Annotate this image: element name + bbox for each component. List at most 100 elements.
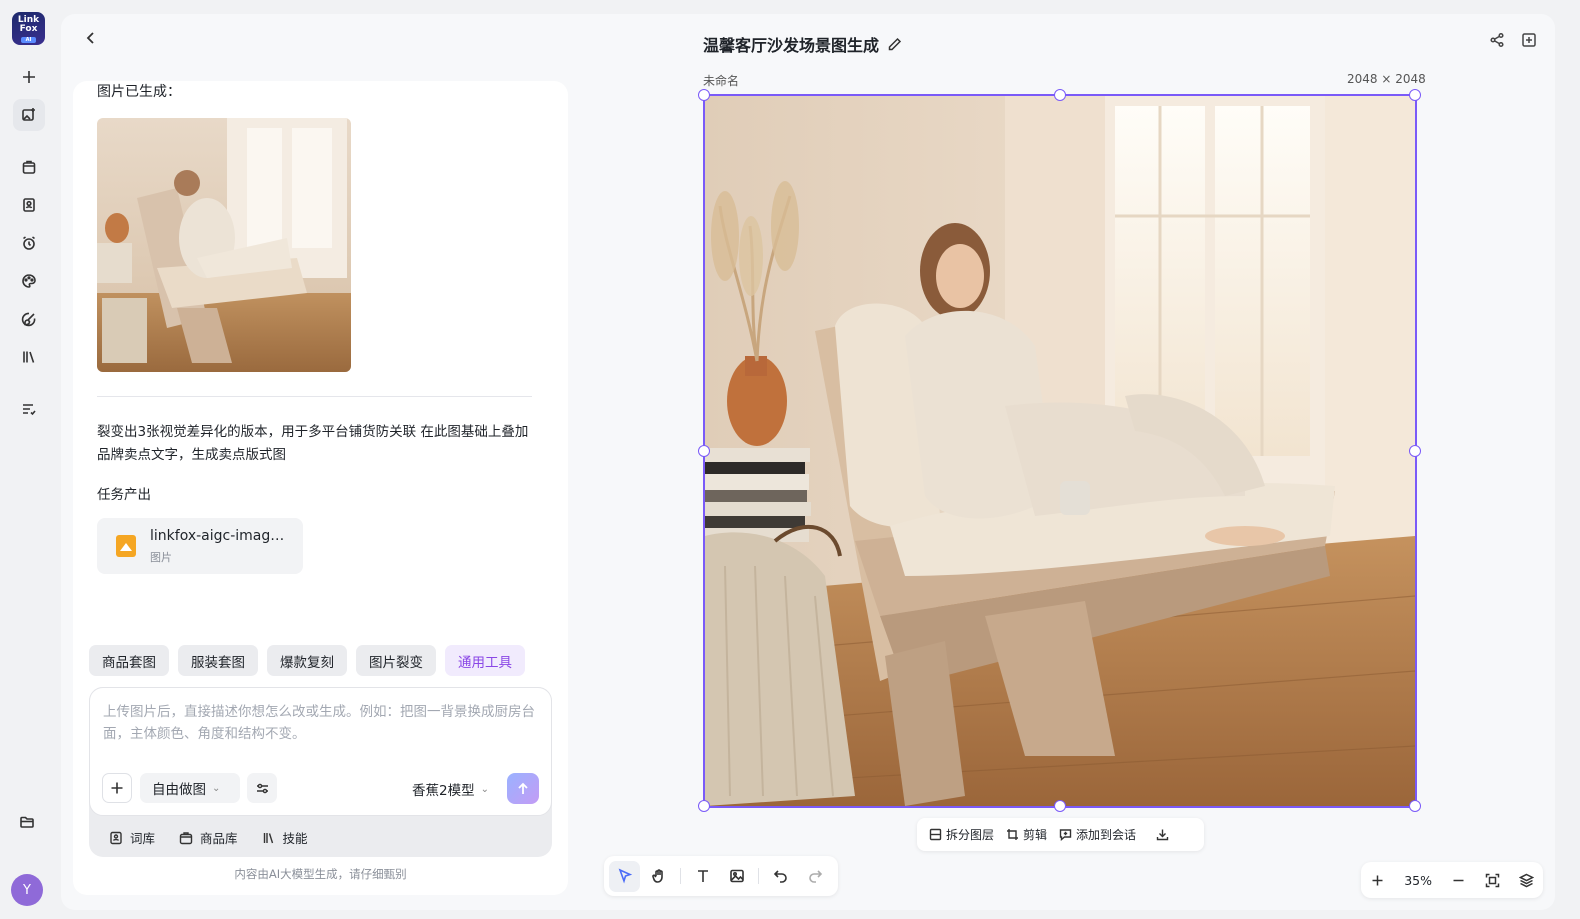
quick-tool-chips: 商品套图 服装套图 爆款复刻 图片裂变 通用工具 [89,645,525,676]
toolbar-divider [758,868,759,884]
folder-button[interactable] [11,806,43,838]
chip-apparel-set[interactable]: 服装套图 [178,645,258,676]
page-title: 温馨客厅沙发场景图生成 [703,32,902,56]
add-to-chat-button[interactable]: 添加到会话 [1059,826,1136,843]
resize-handle-top[interactable] [1054,89,1066,101]
mode-select[interactable]: 自由做图 ⌄ [140,773,240,803]
plus-icon [22,71,35,83]
attach-button[interactable] [102,773,132,803]
text-icon [697,870,708,882]
download-button[interactable] [1156,828,1169,841]
frame-name: 未命名 [703,74,740,88]
tool-product-library[interactable]: 商品库 [179,828,238,847]
layers-icon[interactable] [1518,873,1534,888]
left-rail: Link Fox AI Y [0,0,57,919]
canvas-image [705,96,1415,806]
add-frame-icon[interactable] [1521,32,1537,48]
crop-icon [1007,829,1019,840]
fit-screen-icon[interactable] [1485,873,1500,888]
image-icon [729,869,744,883]
add-to-chat-label: 添加到会话 [1076,828,1137,842]
chevron-left-icon [86,32,94,44]
resize-handle-left[interactable] [698,445,710,457]
brush-button[interactable] [13,303,45,335]
ai-disclaimer: 内容由AI大模型生成，请仔细甄别 [234,867,407,881]
settings-button[interactable] [247,773,277,803]
split-layers-button[interactable]: 拆分图层 [929,826,994,843]
folder-icon [20,816,34,828]
download-icon [1156,829,1169,841]
output-file-card[interactable]: linkfox-aigc-image-pseudo-bifurcate.png … [97,518,303,574]
cursor-icon [618,868,632,884]
resize-handle-bottom-left[interactable] [698,800,710,812]
tool-vocabulary[interactable]: 词库 [109,828,155,847]
image-file-icon [116,535,136,557]
back-button[interactable] [83,30,103,50]
sofa-scene-large-image [705,96,1415,806]
zoom-controls: 35% [1361,862,1543,898]
library-button[interactable] [13,341,45,373]
product-button[interactable] [13,151,45,183]
redo-button[interactable] [799,861,830,892]
avatar[interactable]: Y [11,874,43,906]
selected-image-frame[interactable] [698,89,1421,812]
send-button[interactable] [507,773,539,804]
top-actions [1489,32,1537,48]
document-button[interactable] [13,189,45,221]
image-edit-icon [21,108,35,121]
tool-skills-label: 技能 [282,831,308,846]
chevron-down-icon: ⌄ [212,782,221,794]
chip-image-variation[interactable]: 图片裂变 [356,645,436,676]
book-person-icon [110,831,122,844]
sliders-icon [256,783,268,793]
select-tool[interactable] [609,860,640,892]
resize-handle-bottom[interactable] [1054,800,1066,812]
model-select[interactable]: 香蕉2模型 ⌄ [412,779,489,799]
zoom-out-icon[interactable] [1451,873,1466,888]
pencil-icon[interactable] [887,37,902,52]
style-button[interactable] [13,265,45,297]
composer-tools: 词库 商品库 技能 [109,828,308,847]
share-icon[interactable] [1489,32,1505,48]
tool-skills[interactable]: 技能 [262,828,308,847]
prompt-input[interactable]: 上传图片后，直接描述你想怎么改或生成。例如：把图一背景换成厨房台面，主体颜色、角… [103,701,539,745]
new-task-button[interactable] [13,61,45,93]
schedule-button[interactable] [13,227,45,259]
image-workspace-button[interactable] [12,99,45,131]
zoom-in-icon[interactable] [1370,873,1385,888]
mode-select-value: 自由做图 [152,782,206,798]
layers-split-icon [929,828,942,841]
canvas-toolbar [604,856,838,896]
generated-image-thumbnail[interactable] [97,118,351,372]
file-name: linkfox-aigc-image-pseudo-bifurcate.png [150,528,290,544]
palette-icon [21,274,36,288]
resize-handle-right[interactable] [1409,445,1421,457]
resize-handle-top-right[interactable] [1409,89,1421,101]
shopping-bag-icon [22,160,35,174]
image-tool[interactable] [721,861,752,892]
tasks-button[interactable] [13,393,45,425]
image-action-bar: 拆分图层 剪辑 添加到会话 [917,818,1204,851]
zoom-level[interactable]: 35% [1404,873,1432,888]
document-person-icon [22,198,35,212]
chip-general-tools[interactable]: 通用工具 [445,645,525,676]
sofa-scene-image [97,118,351,372]
brush-icon [21,312,35,327]
frame-size: 2048 × 2048 [1347,72,1426,86]
crop-button[interactable]: 剪辑 [1006,826,1047,843]
chat-add-icon [1059,829,1072,841]
chevron-down-icon: ⌄ [480,783,489,795]
task-output-label: 任务产出 [97,487,151,503]
chip-bestseller-replicate[interactable]: 爆款复刻 [267,645,347,676]
logo-ai-badge: AI [21,37,36,43]
text-tool[interactable] [687,861,718,892]
undo-button[interactable] [765,861,796,892]
file-type: 图片 [150,551,172,564]
chip-product-set[interactable]: 商品套图 [89,645,169,676]
user-prompt-text: 裂变出3张视觉差异化的版本，用于多平台铺货防关联 在此图基础上叠加品牌卖点文字，… [97,424,529,463]
composer: 上传图片后，直接描述你想怎么改或生成。例如：把图一背景换成厨房台面，主体颜色、角… [89,687,552,816]
hand-tool[interactable] [643,861,674,892]
resize-handle-top-left[interactable] [698,89,710,101]
linkfox-logo[interactable]: Link Fox AI [12,12,45,45]
resize-handle-bottom-right[interactable] [1409,800,1421,812]
